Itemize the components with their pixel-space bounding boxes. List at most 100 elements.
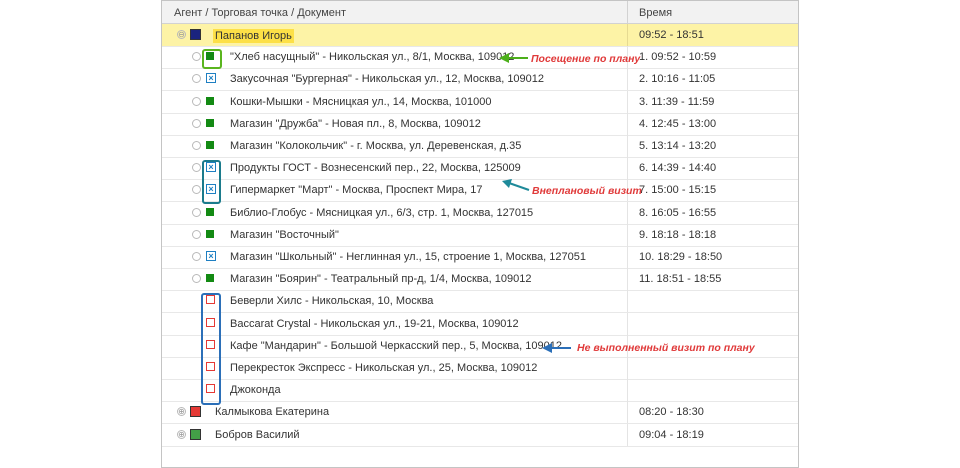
agent-status-marker-icon bbox=[190, 406, 201, 418]
agent-visits-tree-grid: Агент / Торговая точка / Документ Время … bbox=[161, 0, 799, 468]
planned-visit-highlight-box bbox=[202, 49, 222, 69]
visit-outlet-address: Магазин "Колокольчик" - г. Москва, ул. Д… bbox=[230, 140, 522, 152]
visit-row[interactable]: Джоконда bbox=[162, 379, 798, 403]
visit-row[interactable]: Магазин "Боярин" - Театральный пр-д, 1/4… bbox=[162, 268, 798, 292]
visit-outlet-address: Библио-Глобус - Мясницкая ул., 6/3, стр.… bbox=[230, 206, 534, 219]
visit-time: 4. 12:45 - 13:00 bbox=[639, 117, 717, 130]
visit-row[interactable]: Магазин "Восточный" 9. 18:18 - 18:18 bbox=[162, 223, 798, 247]
expand-toggle-icon[interactable] bbox=[192, 252, 201, 261]
column-divider bbox=[627, 135, 628, 157]
column-divider bbox=[627, 290, 628, 313]
visit-time: 8. 16:05 - 16:55 bbox=[639, 206, 717, 219]
unplanned-visit-annotation: Внеплановый визит bbox=[532, 185, 642, 197]
planned-visit-marker-icon bbox=[206, 141, 214, 149]
visit-row[interactable]: Магазин "Дружба" - Новая пл., 8, Москва,… bbox=[162, 112, 798, 136]
column-divider bbox=[627, 357, 628, 379]
visit-row[interactable]: Baccarat Crystal - Никольская ул., 19-21… bbox=[162, 312, 798, 336]
column-divider bbox=[627, 1, 628, 23]
visit-row[interactable]: Библио-Глобус - Мясницкая ул., 6/3, стр.… bbox=[162, 201, 798, 225]
column-divider bbox=[627, 246, 628, 268]
visit-outlet-address: Закусочная "Бургерная" - Никольская ул.,… bbox=[230, 73, 545, 86]
expand-toggle-icon[interactable] bbox=[192, 118, 201, 128]
visit-row[interactable]: Магазин "Колокольчик" - г. Москва, ул. Д… bbox=[162, 135, 798, 158]
column-divider bbox=[627, 401, 628, 424]
agent-status-marker-icon bbox=[190, 428, 201, 440]
unplanned-visit-marker-icon: × bbox=[206, 73, 216, 84]
planned-arrow-icon bbox=[499, 53, 528, 63]
visit-time: 5. 13:14 - 13:20 bbox=[639, 140, 717, 152]
planned-visit-marker-icon bbox=[206, 274, 214, 283]
expand-toggle-icon[interactable] bbox=[192, 96, 201, 106]
column-divider bbox=[627, 312, 628, 335]
expand-toggle-icon[interactable] bbox=[192, 163, 201, 173]
expand-toggle-icon[interactable]: ⊖ bbox=[177, 30, 186, 39]
expand-toggle-icon[interactable]: ⊕ bbox=[177, 407, 186, 417]
grid-header: Агент / Торговая точка / Документ Время bbox=[162, 1, 798, 24]
visit-outlet-address: Baccarat Crystal - Никольская ул., 19-21… bbox=[230, 317, 519, 330]
agent-name: Бобров Василий bbox=[215, 428, 300, 441]
expand-toggle-icon[interactable]: ⊕ bbox=[177, 429, 186, 439]
visit-row[interactable]: × Продукты ГОСТ - Вознесенский пер., 22, … bbox=[162, 157, 798, 181]
visit-row[interactable]: Беверли Хилс - Никольская, 10, Москва bbox=[162, 290, 798, 314]
visit-outlet-address: Магазин "Восточный" bbox=[230, 228, 339, 241]
agent-name: Калмыкова Екатерина bbox=[215, 406, 330, 419]
visit-outlet-address: Беверли Хилс - Никольская, 10, Москва bbox=[230, 295, 434, 308]
column-divider bbox=[627, 201, 628, 224]
visit-outlet-address: Перекресток Экспресс - Никольская ул., 2… bbox=[230, 362, 538, 374]
visit-outlet-address: Джоконда bbox=[230, 384, 281, 397]
visit-time: 6. 14:39 - 14:40 bbox=[639, 162, 717, 175]
unplanned-arrow-icon bbox=[502, 179, 530, 191]
column-header-name[interactable]: Агент / Торговая точка / Документ bbox=[174, 7, 346, 19]
planned-visit-annotation: Посещение по плану bbox=[531, 53, 641, 65]
expand-toggle-icon[interactable] bbox=[192, 185, 201, 195]
expand-toggle-icon[interactable] bbox=[192, 52, 201, 62]
not-done-arrow-icon bbox=[542, 343, 571, 353]
visit-row[interactable]: × Гипермаркет "Март" - Москва, Проспект М… bbox=[162, 179, 798, 203]
visit-time: 3. 11:39 - 11:59 bbox=[639, 95, 715, 108]
column-divider bbox=[627, 90, 628, 113]
visit-outlet-address: Кафе "Мандарин" - Большой Черкасский пер… bbox=[230, 339, 562, 352]
planned-visit-marker-icon bbox=[206, 229, 214, 238]
visit-outlet-address: Магазин "Дружба" - Новая пл., 8, Москва,… bbox=[230, 117, 481, 130]
visit-time: 1. 09:52 - 10:59 bbox=[639, 51, 717, 64]
visit-time: 11. 18:51 - 18:55 bbox=[639, 273, 722, 286]
agent-time: 08:20 - 18:30 bbox=[639, 406, 704, 419]
visit-row[interactable]: × Закусочная "Бургерная" - Никольская ул.… bbox=[162, 68, 798, 92]
expand-toggle-icon[interactable] bbox=[192, 141, 201, 150]
expand-toggle-icon[interactable] bbox=[192, 229, 201, 239]
agent-time: 09:52 - 18:51 bbox=[639, 29, 704, 41]
visit-outlet-address: Продукты ГОСТ - Вознесенский пер., 22, М… bbox=[230, 162, 521, 175]
column-divider bbox=[627, 268, 628, 291]
agent-row[interactable]: ⊖ Папанов Игорь 09:52 - 18:51 bbox=[162, 24, 798, 47]
planned-visit-marker-icon bbox=[206, 118, 214, 127]
expand-toggle-icon[interactable] bbox=[192, 274, 201, 284]
visit-outlet-address: Кошки-Мышки - Мясницкая ул., 14, Москва,… bbox=[230, 95, 492, 108]
not-done-visit-highlight-box bbox=[201, 293, 221, 405]
column-header-time[interactable]: Время bbox=[639, 7, 672, 19]
agent-row[interactable]: ⊕ Калмыкова Екатерина 08:20 - 18:30 bbox=[162, 401, 798, 425]
not-done-visit-annotation: Не выполненный визит по плану bbox=[577, 342, 755, 354]
agent-name: Папанов Игорь bbox=[213, 29, 294, 43]
visit-row[interactable]: Кошки-Мышки - Мясницкая ул., 14, Москва,… bbox=[162, 90, 798, 114]
unplanned-visit-marker-icon: × bbox=[206, 251, 216, 261]
expand-toggle-icon[interactable] bbox=[192, 74, 201, 84]
visit-outlet-address: Гипермаркет "Март" - Москва, Проспект Ми… bbox=[230, 184, 483, 197]
visit-time: 2. 10:16 - 11:05 bbox=[639, 73, 716, 86]
column-divider bbox=[627, 157, 628, 180]
visit-time: 7. 15:00 - 15:15 bbox=[639, 184, 717, 197]
visit-time: 10. 18:29 - 18:50 bbox=[639, 251, 723, 263]
column-divider bbox=[627, 223, 628, 246]
column-divider bbox=[627, 68, 628, 91]
unplanned-visit-highlight-box bbox=[202, 160, 221, 204]
visit-row[interactable]: Перекресток Экспресс - Никольская ул., 2… bbox=[162, 357, 798, 380]
column-divider bbox=[627, 379, 628, 402]
agent-time: 09:04 - 18:19 bbox=[639, 428, 704, 441]
column-divider bbox=[627, 112, 628, 135]
agent-status-marker-icon bbox=[190, 29, 201, 40]
visit-row[interactable]: × Магазин "Школьный" - Неглинная ул., 15,… bbox=[162, 246, 798, 269]
visit-outlet-address: Магазин "Школьный" - Неглинная ул., 15, … bbox=[230, 251, 586, 263]
planned-visit-marker-icon bbox=[206, 207, 214, 216]
visit-row[interactable]: "Хлеб насущный" - Никольская ул., 8/1, М… bbox=[162, 46, 798, 70]
agent-row[interactable]: ⊕ Бобров Василий 09:04 - 18:19 bbox=[162, 423, 798, 447]
expand-toggle-icon[interactable] bbox=[192, 207, 201, 217]
